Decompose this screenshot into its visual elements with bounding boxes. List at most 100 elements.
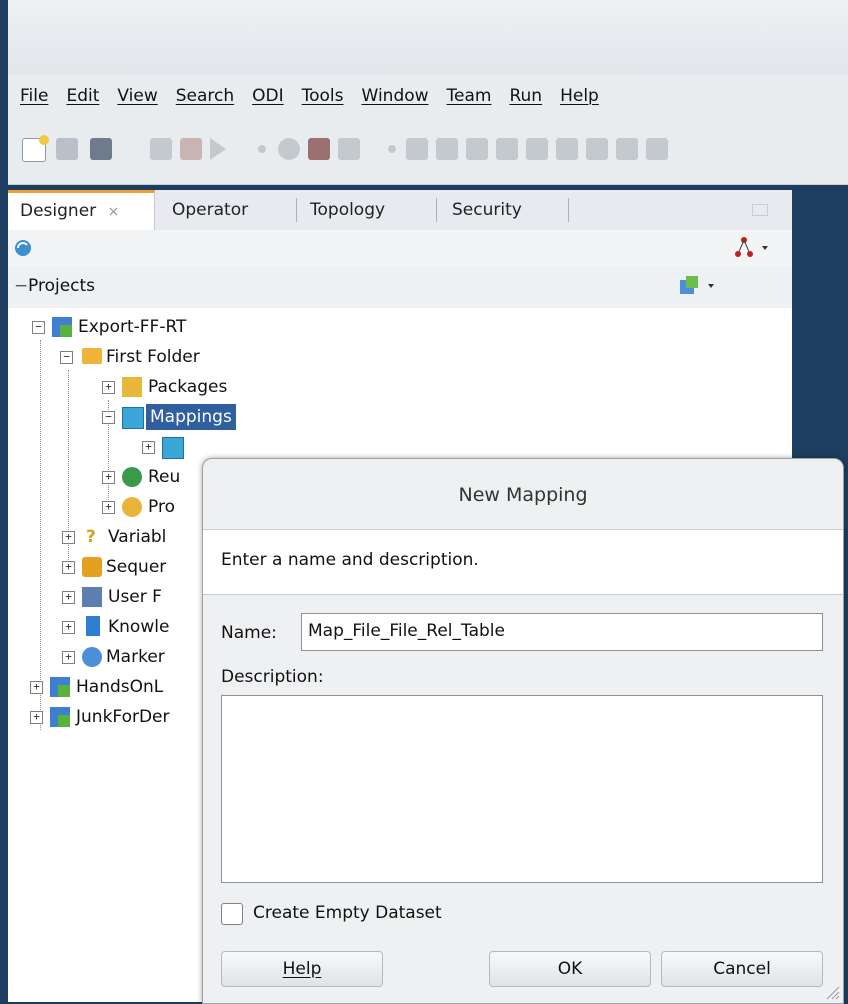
tree-item-label: Export-FF-RT xyxy=(78,317,187,337)
mapping-icon xyxy=(162,437,184,459)
tree-item-export-ff-rt[interactable]: − Export-FF-RT xyxy=(8,312,792,342)
tab-designer-label: Designer xyxy=(20,201,97,221)
new-mapping-dialog: New Mapping Enter a name and description… xyxy=(202,458,844,1004)
new-icon[interactable] xyxy=(22,135,49,162)
refresh-icon[interactable] xyxy=(12,238,34,258)
menu-tools[interactable]: Tools xyxy=(302,86,344,106)
tab-topology[interactable]: Topology xyxy=(310,190,385,230)
step-over-icon[interactable] xyxy=(436,138,458,160)
stop-icon[interactable] xyxy=(526,138,548,160)
save-all-icon[interactable] xyxy=(90,138,112,160)
debug-icon[interactable] xyxy=(180,138,202,160)
close-icon[interactable]: × xyxy=(108,204,120,220)
dialog-instruction: Enter a name and description. xyxy=(221,550,479,570)
minimize-icon[interactable] xyxy=(752,204,768,216)
save-icon[interactable] xyxy=(56,138,78,160)
help-button[interactable]: Help xyxy=(221,951,383,987)
bug-icon[interactable] xyxy=(308,138,330,160)
tree-item-label: User F xyxy=(108,587,162,607)
resume-icon[interactable] xyxy=(496,138,518,160)
menu-edit[interactable]: Edit xyxy=(66,86,99,106)
step-out-icon[interactable] xyxy=(466,138,488,160)
tab-designer[interactable]: Designer × xyxy=(8,190,155,231)
tree-item-first-folder[interactable]: − First Folder xyxy=(8,342,792,372)
collapse-icon[interactable]: − xyxy=(32,321,45,334)
menu-file[interactable]: File xyxy=(20,86,48,106)
create-empty-dataset-checkbox[interactable] xyxy=(221,903,243,925)
expand-icon[interactable]: + xyxy=(102,471,115,484)
resize-grip-icon[interactable] xyxy=(825,985,841,1001)
menu-team[interactable]: Team xyxy=(447,86,492,106)
tree-item-label: Mappings xyxy=(146,404,236,430)
tab-separator xyxy=(436,198,437,222)
tab-separator xyxy=(568,198,569,222)
tree-item-label: HandsOnL xyxy=(76,677,164,697)
menu-window[interactable]: Window xyxy=(362,86,429,106)
projects-accordion-header[interactable]: − Projects xyxy=(8,266,792,309)
name-field[interactable]: Map_File_File_Rel_Table xyxy=(301,613,823,651)
reusable-mapping-icon xyxy=(122,467,142,487)
tree-item-label: Pro xyxy=(148,497,175,517)
tree-item-label: Sequer xyxy=(106,557,167,577)
collapse-icon[interactable]: − xyxy=(102,411,115,424)
menu-odi[interactable]: ODI xyxy=(252,86,284,106)
navigator-toolbar xyxy=(8,230,792,267)
cut-icon[interactable] xyxy=(150,138,172,160)
expand-icon[interactable]: + xyxy=(62,591,75,604)
pause-icon[interactable] xyxy=(586,138,608,160)
description-field[interactable] xyxy=(221,695,823,883)
mapping-icon xyxy=(122,407,144,429)
dialog-title: New Mapping xyxy=(458,484,588,506)
expand-icon[interactable]: + xyxy=(30,681,43,694)
expand-icon[interactable]: + xyxy=(30,711,43,724)
run-icon[interactable] xyxy=(210,138,226,160)
step-into-icon[interactable] xyxy=(406,138,428,160)
tree-item-label: Variabl xyxy=(108,527,167,547)
expand-icon[interactable]: + xyxy=(102,381,115,394)
expand-icon[interactable]: + xyxy=(62,531,75,544)
tree-item-label: Packages xyxy=(148,377,228,397)
cancel-button[interactable]: Cancel xyxy=(661,951,823,987)
step-icon[interactable] xyxy=(338,138,360,160)
title-bar xyxy=(8,0,848,74)
expand-icon[interactable]: + xyxy=(62,651,75,664)
knowledge-module-icon xyxy=(86,616,100,636)
terminate-icon[interactable] xyxy=(556,138,578,160)
tree-item-label: JunkForDer xyxy=(76,707,170,727)
connect-navigator-icon[interactable] xyxy=(734,236,774,260)
folder-icon xyxy=(82,348,102,364)
expand-icon[interactable]: + xyxy=(102,501,115,514)
breakpoint-icon[interactable] xyxy=(258,145,266,153)
description-label: Description: xyxy=(221,667,324,687)
menu-bar: File Edit View Search ODI Tools Window T… xyxy=(8,74,848,118)
tree-item-label: First Folder xyxy=(106,347,200,367)
gear-icon[interactable] xyxy=(278,138,300,160)
expand-icon[interactable]: + xyxy=(142,441,155,454)
new-project-menu-icon[interactable] xyxy=(678,274,722,298)
tree-item-label: Reu xyxy=(148,467,181,487)
expand-icon[interactable]: + xyxy=(62,621,75,634)
dot-icon[interactable] xyxy=(388,145,396,153)
suspend-icon[interactable] xyxy=(646,138,668,160)
name-field-value: Map_File_File_Rel_Table xyxy=(308,621,505,641)
menu-view[interactable]: View xyxy=(117,86,157,106)
dialog-instruction-bar: Enter a name and description. xyxy=(203,529,843,595)
collapse-icon[interactable]: − xyxy=(60,351,73,364)
tree-item-mappings[interactable]: − Mappings xyxy=(8,402,792,432)
toolbar xyxy=(8,118,848,185)
collapse-icon[interactable]: − xyxy=(14,276,28,296)
ok-button[interactable]: OK xyxy=(489,951,651,987)
tree-item-packages[interactable]: + Packages xyxy=(8,372,792,402)
step-back-icon[interactable] xyxy=(616,138,638,160)
menu-help[interactable]: Help xyxy=(560,86,599,106)
tab-separator xyxy=(296,198,297,222)
project-icon xyxy=(50,707,70,727)
create-empty-dataset-label: Create Empty Dataset xyxy=(253,903,442,923)
menu-search[interactable]: Search xyxy=(176,86,234,106)
tab-operator[interactable]: Operator xyxy=(172,190,248,230)
tab-security[interactable]: Security xyxy=(452,190,522,230)
expand-icon[interactable]: + xyxy=(62,561,75,574)
navigator-tabs: Designer × Operator Topology Security xyxy=(8,190,792,231)
marker-icon xyxy=(82,647,102,667)
menu-run[interactable]: Run xyxy=(509,86,542,106)
